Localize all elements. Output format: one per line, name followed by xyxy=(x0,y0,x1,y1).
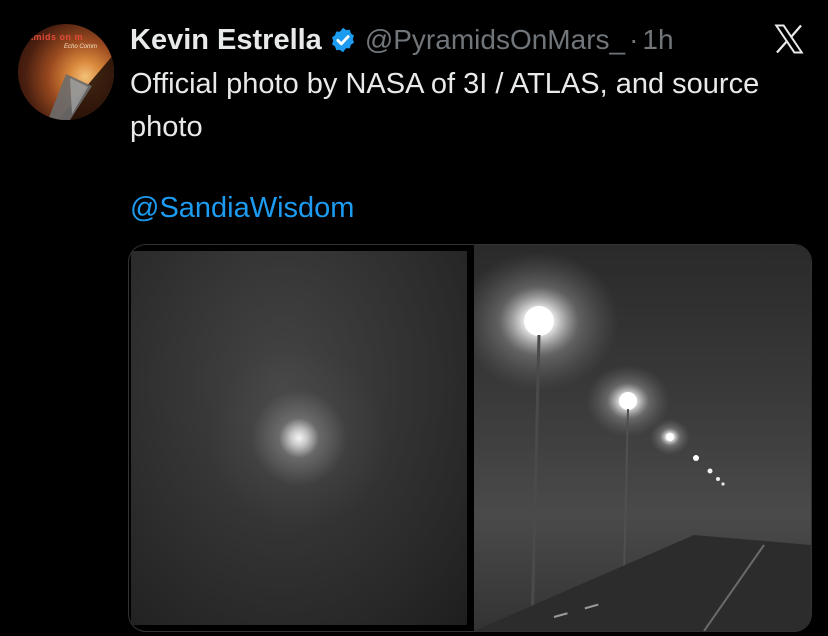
media-grid[interactable] xyxy=(128,244,812,632)
tweet-text: Official photo by NASA of 3I / ATLAS, an… xyxy=(130,68,760,143)
avatar-subcaption: Echo Comm xyxy=(64,44,98,50)
display-name[interactable]: Kevin Estrella xyxy=(130,24,322,57)
media-image-comet[interactable] xyxy=(131,251,467,625)
media-image-foggy-streetlights[interactable] xyxy=(474,245,811,631)
mention-link[interactable]: @SandiaWisdom xyxy=(130,187,354,230)
verified-badge-icon xyxy=(329,26,357,54)
user-handle[interactable]: @PyramidsOnMars_ xyxy=(365,24,625,56)
tweet[interactable]: amids on m Echo Comm Kevin Estrella @Pyr… xyxy=(0,0,828,636)
timestamp[interactable]: 1h xyxy=(642,24,673,56)
avatar[interactable]: amids on m Echo Comm xyxy=(18,24,114,120)
x-logo-icon[interactable] xyxy=(772,22,806,56)
separator-dot: · xyxy=(629,24,639,55)
avatar-caption: amids on m xyxy=(28,32,84,42)
tweet-header: Kevin Estrella @PyramidsOnMars_ · 1h xyxy=(130,20,674,60)
